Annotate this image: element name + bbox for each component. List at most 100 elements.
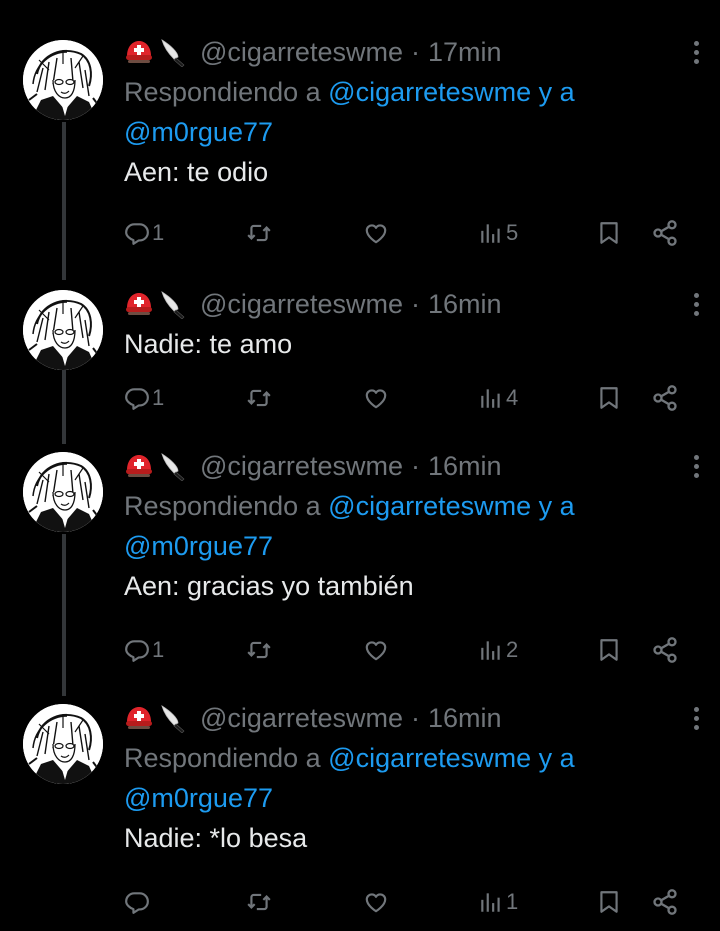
avatar[interactable] bbox=[23, 40, 103, 120]
more-options-icon[interactable] bbox=[686, 284, 706, 324]
replying-to: Respondiendo a @cigarreteswme y a @m0rgue… bbox=[124, 738, 690, 818]
timestamp[interactable]: 16min bbox=[428, 451, 502, 482]
action-bar: 1 4 bbox=[124, 378, 690, 418]
view-count: 5 bbox=[506, 220, 519, 245]
action-bar: 1 5 bbox=[124, 213, 690, 253]
action-bar: 1 2 bbox=[124, 630, 690, 670]
mention-link[interactable]: @cigarreteswme bbox=[328, 743, 531, 773]
like-icon bbox=[362, 889, 390, 915]
knife-emoji bbox=[158, 451, 188, 481]
reply-count: 1 bbox=[152, 220, 165, 245]
like-icon bbox=[362, 220, 390, 246]
reply-count: 1 bbox=[152, 637, 165, 662]
view-count: 1 bbox=[506, 889, 519, 914]
avatar[interactable] bbox=[23, 290, 103, 370]
conversation-thread: @cigarreteswme · 17min Respondiendo a @c… bbox=[0, 0, 720, 931]
tweet[interactable]: @cigarreteswme · 16min Respondiendo a @c… bbox=[0, 444, 720, 694]
tweet-header: @cigarreteswme · 16min bbox=[124, 446, 690, 486]
tweet[interactable]: @cigarreteswme · 16min Respondiendo a @c… bbox=[0, 696, 720, 931]
views-icon bbox=[478, 637, 504, 663]
retweet-button[interactable] bbox=[245, 378, 275, 418]
share-icon bbox=[651, 888, 679, 916]
user-handle[interactable]: @cigarreteswme bbox=[200, 289, 403, 320]
separator-dot: · bbox=[410, 36, 420, 67]
mention-link[interactable]: @cigarreteswme bbox=[328, 491, 531, 521]
replying-to: Respondiendo a @cigarreteswme y a @m0rgue… bbox=[124, 486, 690, 566]
like-button[interactable] bbox=[362, 630, 392, 670]
reply-button[interactable]: 1 bbox=[124, 630, 164, 670]
share-icon bbox=[651, 219, 679, 247]
retweet-button[interactable] bbox=[245, 213, 275, 253]
tweet-header: @cigarreteswme · 17min bbox=[124, 32, 690, 72]
view-count: 4 bbox=[506, 385, 519, 410]
like-button[interactable] bbox=[362, 882, 392, 922]
replying-join: y a bbox=[531, 491, 575, 521]
like-icon bbox=[362, 385, 390, 411]
like-button[interactable] bbox=[362, 378, 392, 418]
knife-emoji bbox=[158, 289, 188, 319]
reply-icon bbox=[124, 220, 150, 246]
bookmark-button[interactable] bbox=[596, 213, 622, 253]
views-icon bbox=[478, 889, 504, 915]
mention-link[interactable]: @m0rgue77 bbox=[124, 783, 273, 813]
more-options-icon[interactable] bbox=[686, 446, 706, 486]
bookmark-button[interactable] bbox=[596, 378, 622, 418]
replying-join: y a bbox=[531, 77, 575, 107]
like-button[interactable] bbox=[362, 213, 392, 253]
reply-count: 1 bbox=[152, 385, 165, 410]
avatar[interactable] bbox=[23, 452, 103, 532]
avatar[interactable] bbox=[23, 704, 103, 784]
tweet[interactable]: @cigarreteswme · 16min Nadie: te amo 1 4 bbox=[0, 282, 720, 444]
bookmark-button[interactable] bbox=[596, 882, 622, 922]
tweet-text: Nadie: *lo besa bbox=[124, 823, 308, 853]
reply-button[interactable]: 1 bbox=[124, 378, 164, 418]
timestamp[interactable]: 17min bbox=[428, 37, 502, 68]
replying-to: Respondiendo a @cigarreteswme y a @m0rgue… bbox=[124, 72, 690, 152]
mention-link[interactable]: @m0rgue77 bbox=[124, 117, 273, 147]
mention-link[interactable]: @m0rgue77 bbox=[124, 531, 273, 561]
tweet-header: @cigarreteswme · 16min bbox=[124, 284, 690, 324]
reply-icon bbox=[124, 637, 150, 663]
retweet-button[interactable] bbox=[245, 882, 275, 922]
retweet-icon bbox=[245, 220, 273, 246]
views-icon bbox=[478, 220, 504, 246]
views-button[interactable]: 5 bbox=[478, 213, 518, 253]
share-button[interactable] bbox=[651, 630, 679, 670]
rescue-helmet-emoji bbox=[124, 37, 154, 67]
mention-link[interactable]: @cigarreteswme bbox=[328, 77, 531, 107]
share-button[interactable] bbox=[651, 378, 679, 418]
share-button[interactable] bbox=[651, 882, 679, 922]
user-handle[interactable]: @cigarreteswme bbox=[200, 451, 403, 482]
bookmark-icon bbox=[596, 637, 622, 663]
bookmark-icon bbox=[596, 220, 622, 246]
bookmark-icon bbox=[596, 889, 622, 915]
more-options-icon[interactable] bbox=[686, 32, 706, 72]
tweet-text: Aen: te odio bbox=[124, 157, 269, 187]
retweet-button[interactable] bbox=[245, 630, 275, 670]
separator-dot: · bbox=[410, 288, 420, 319]
replying-to-label: Respondiendo a bbox=[124, 491, 329, 521]
rescue-helmet-emoji bbox=[124, 703, 154, 733]
reply-button[interactable]: 1 bbox=[124, 213, 164, 253]
rescue-helmet-emoji bbox=[124, 451, 154, 481]
views-button[interactable]: 1 bbox=[478, 882, 518, 922]
bookmark-button[interactable] bbox=[596, 630, 622, 670]
views-icon bbox=[478, 385, 504, 411]
share-button[interactable] bbox=[651, 213, 679, 253]
knife-emoji bbox=[158, 703, 188, 733]
reply-button[interactable] bbox=[124, 882, 152, 922]
rescue-helmet-emoji bbox=[124, 289, 154, 319]
tweet-text: Nadie: te amo bbox=[124, 329, 293, 359]
tweet[interactable]: @cigarreteswme · 17min Respondiendo a @c… bbox=[0, 0, 720, 282]
separator-dot: · bbox=[410, 702, 420, 733]
user-handle[interactable]: @cigarreteswme bbox=[200, 703, 403, 734]
replying-join: y a bbox=[531, 743, 575, 773]
view-count: 2 bbox=[506, 637, 519, 662]
user-handle[interactable]: @cigarreteswme bbox=[200, 37, 403, 68]
views-button[interactable]: 2 bbox=[478, 630, 518, 670]
more-options-icon[interactable] bbox=[686, 698, 706, 738]
tweet-header: @cigarreteswme · 16min bbox=[124, 698, 690, 738]
timestamp[interactable]: 16min bbox=[428, 289, 502, 320]
timestamp[interactable]: 16min bbox=[428, 703, 502, 734]
views-button[interactable]: 4 bbox=[478, 378, 518, 418]
